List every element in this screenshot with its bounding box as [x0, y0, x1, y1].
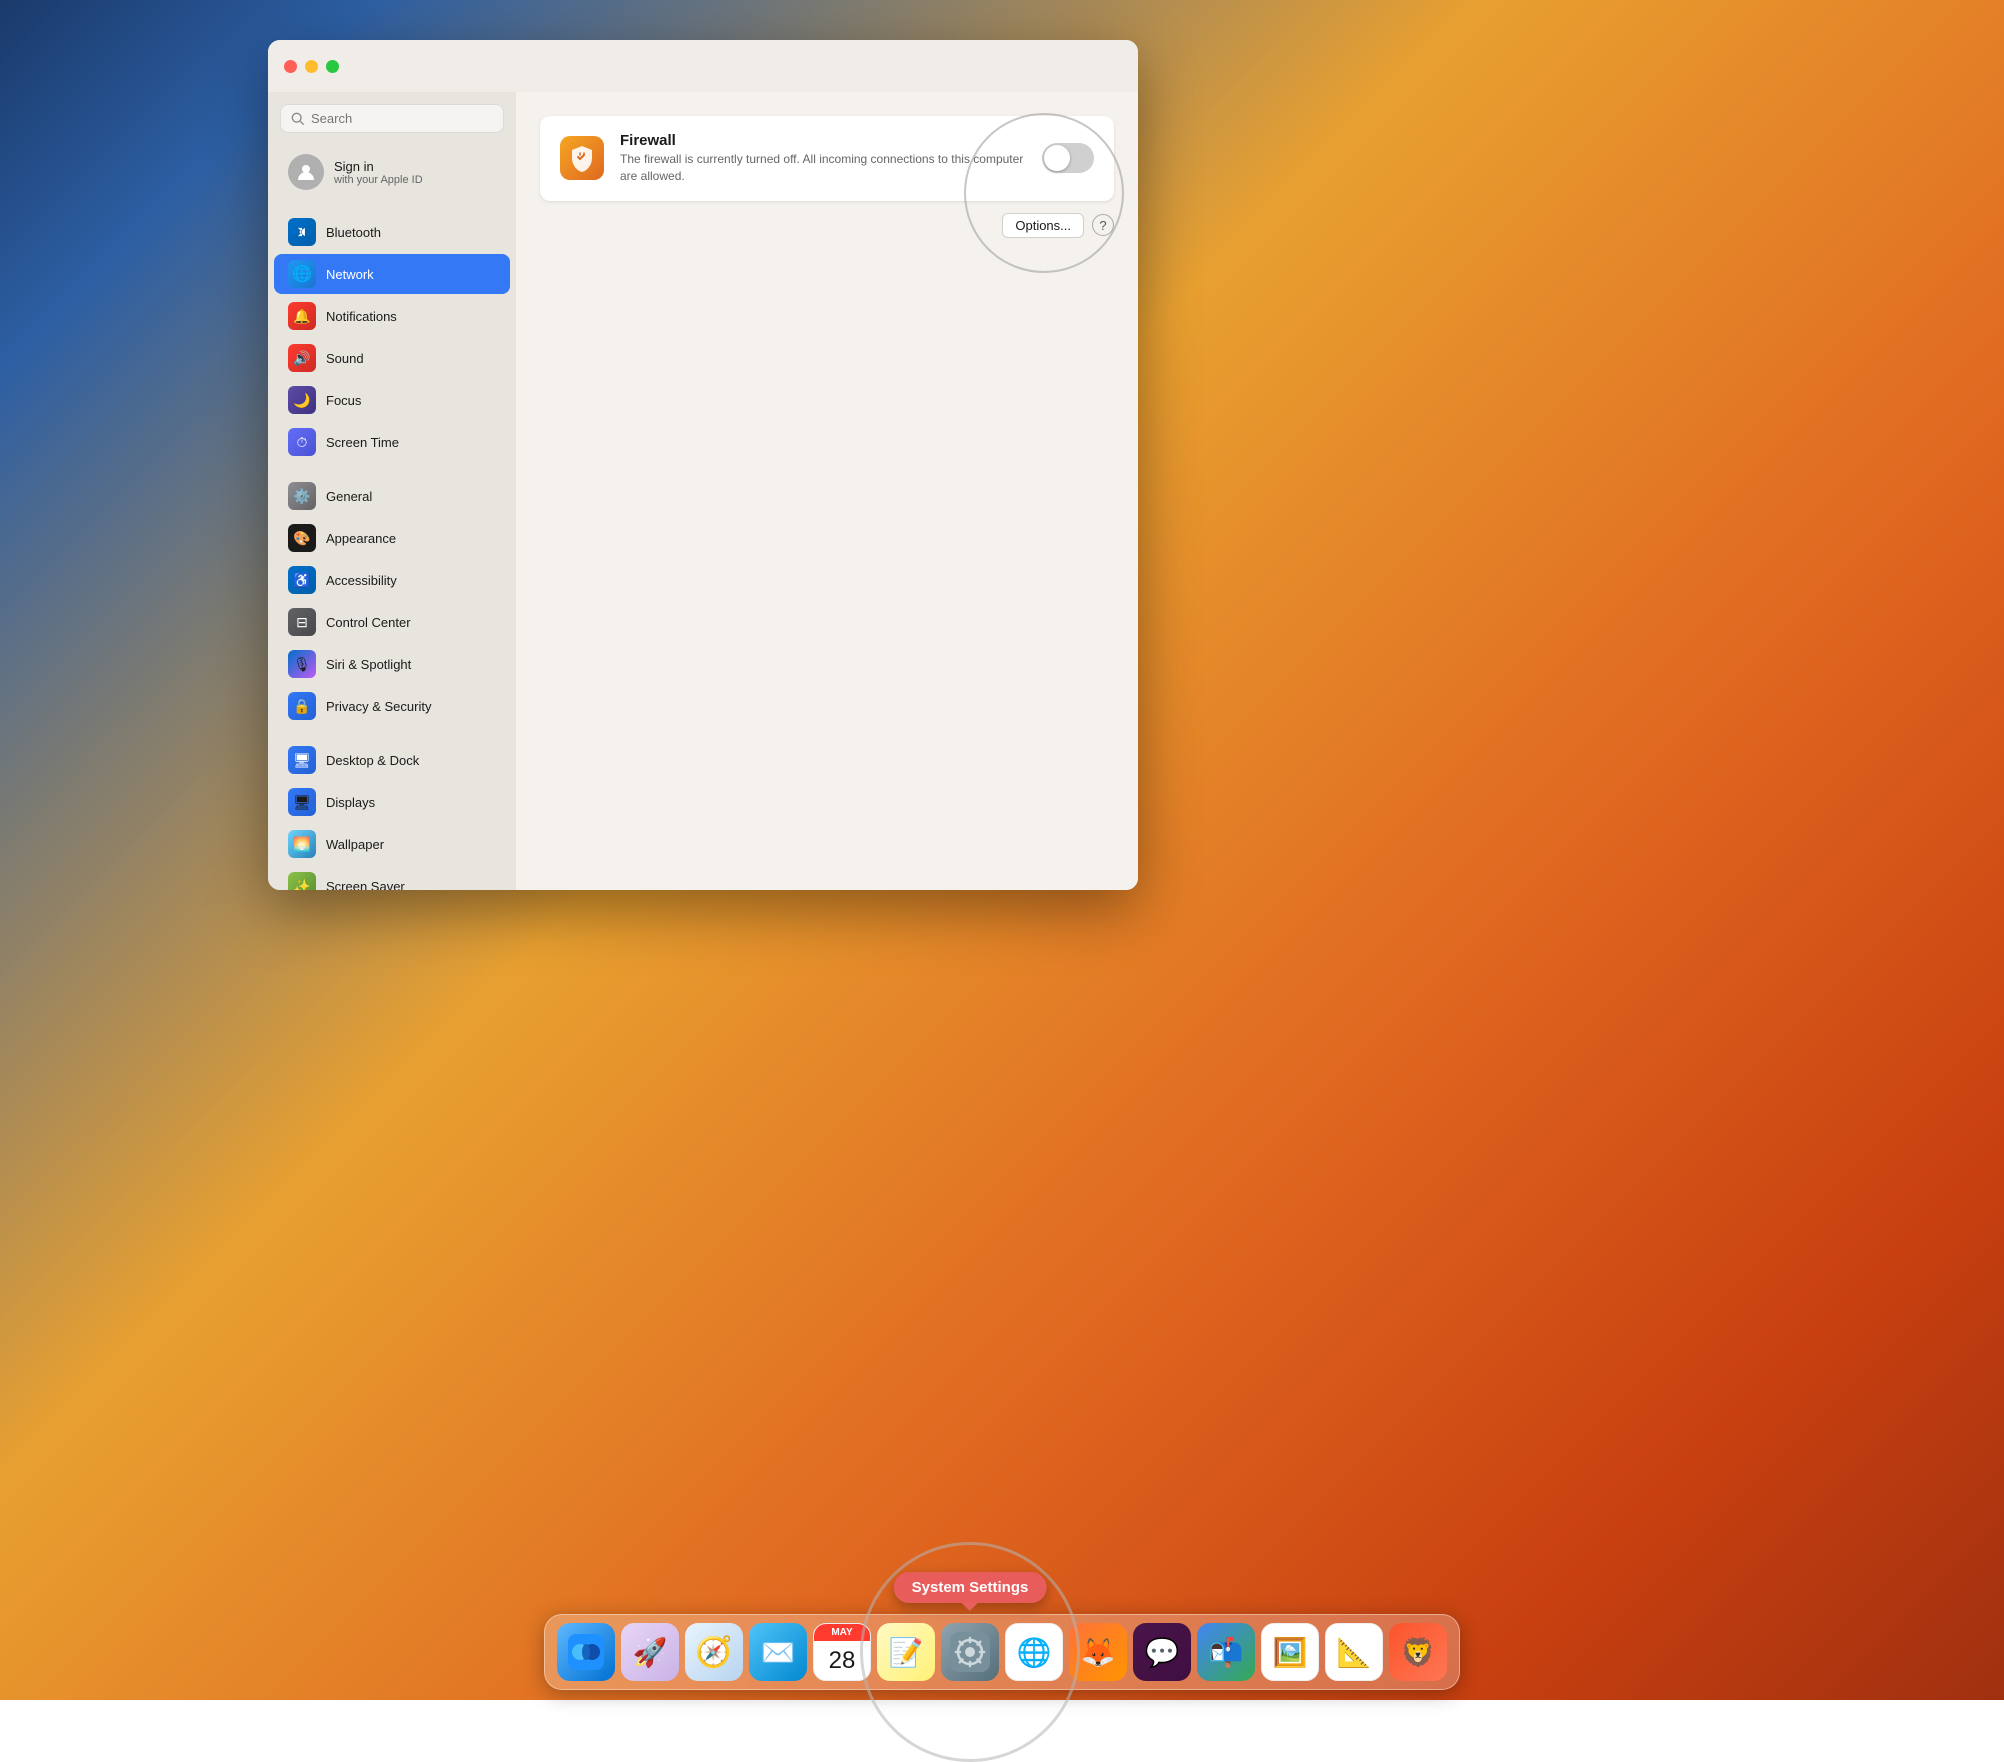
dock: 🚀 🧭 ✉️ MAY 28 📝 System Settings 🌐 — [544, 1614, 1460, 1690]
sidebar-label-appearance: Appearance — [326, 531, 396, 546]
options-row: Options... ? — [540, 213, 1114, 238]
account-item[interactable]: Sign in with your Apple ID — [274, 146, 510, 198]
sidebar-item-screen-time[interactable]: ⏱ Screen Time — [274, 422, 510, 462]
system-settings-window: Sign in with your Apple ID Bluetooth 🌐 N… — [268, 40, 1138, 890]
desktop-dock-icon: 🖥 — [288, 746, 316, 774]
dock-item-mimestream[interactable]: 📬 — [1197, 1623, 1255, 1681]
sidebar-label-accessibility: Accessibility — [326, 573, 397, 588]
firewall-toggle[interactable] — [1042, 143, 1094, 173]
dock-item-finder[interactable] — [557, 1623, 615, 1681]
firewall-info: Firewall The firewall is currently turne… — [620, 132, 1026, 185]
toggle-knob — [1044, 145, 1070, 171]
bluetooth-icon — [288, 218, 316, 246]
sidebar-item-network[interactable]: 🌐 Network — [274, 254, 510, 294]
sidebar-label-privacy-security: Privacy & Security — [326, 699, 431, 714]
notifications-icon: 🔔 — [288, 302, 316, 330]
control-center-icon: ⊟ — [288, 608, 316, 636]
sidebar-label-bluetooth: Bluetooth — [326, 225, 381, 240]
sidebar-item-focus[interactable]: 🌙 Focus — [274, 380, 510, 420]
window-titlebar — [268, 40, 1138, 92]
sidebar-item-appearance[interactable]: 🎨 Appearance — [274, 518, 510, 558]
firewall-icon — [560, 136, 604, 180]
search-bar[interactable] — [280, 104, 504, 133]
avatar — [288, 154, 324, 190]
sidebar-label-wallpaper: Wallpaper — [326, 837, 384, 852]
main-content: Firewall The firewall is currently turne… — [516, 92, 1138, 890]
network-icon: 🌐 — [288, 260, 316, 288]
search-input[interactable] — [311, 111, 493, 126]
sidebar-item-siri-spotlight[interactable]: 🎙 Siri & Spotlight — [274, 644, 510, 684]
dock-item-slack[interactable]: 💬 — [1133, 1623, 1191, 1681]
window-body: Sign in with your Apple ID Bluetooth 🌐 N… — [268, 92, 1138, 890]
dock-item-safari[interactable]: 🧭 — [685, 1623, 743, 1681]
dock-item-chrome[interactable]: 🌐 — [1005, 1623, 1063, 1681]
accessibility-icon: ♿ — [288, 566, 316, 594]
dock-item-brave[interactable]: 🦁 — [1389, 1623, 1447, 1681]
help-button[interactable]: ? — [1092, 214, 1114, 236]
traffic-lights — [284, 60, 339, 73]
dock-item-calendar[interactable]: MAY 28 — [813, 1623, 871, 1681]
options-button[interactable]: Options... — [1002, 213, 1084, 238]
sidebar-item-screen-saver[interactable]: ✨ Screen Saver — [274, 866, 510, 890]
sidebar-label-focus: Focus — [326, 393, 361, 408]
sidebar-label-sound: Sound — [326, 351, 364, 366]
dock-item-firefox[interactable]: 🦊 — [1069, 1623, 1127, 1681]
account-name: Sign in — [334, 159, 423, 174]
wallpaper-icon: 🌅 — [288, 830, 316, 858]
dock-item-notes[interactable]: 📝 — [877, 1623, 935, 1681]
screen-time-icon: ⏱ — [288, 428, 316, 456]
privacy-icon: 🔒 — [288, 692, 316, 720]
sidebar-item-control-center[interactable]: ⊟ Control Center — [274, 602, 510, 642]
sidebar-label-screen-saver: Screen Saver — [326, 879, 405, 891]
close-button[interactable] — [284, 60, 297, 73]
sidebar-item-wallpaper[interactable]: 🌅 Wallpaper — [274, 824, 510, 864]
dock-item-system-settings[interactable] — [941, 1623, 999, 1681]
sidebar-item-privacy-security[interactable]: 🔒 Privacy & Security — [274, 686, 510, 726]
minimize-button[interactable] — [305, 60, 318, 73]
sidebar: Sign in with your Apple ID Bluetooth 🌐 N… — [268, 92, 516, 890]
calendar-month: MAY — [814, 1624, 870, 1641]
firewall-description: The firewall is currently turned off. Al… — [620, 151, 1026, 185]
sound-icon: 🔊 — [288, 344, 316, 372]
sidebar-label-screen-time: Screen Time — [326, 435, 399, 450]
system-settings-tooltip: System Settings — [894, 1572, 1047, 1603]
sidebar-item-general[interactable]: ⚙️ General — [274, 476, 510, 516]
sidebar-label-siri-spotlight: Siri & Spotlight — [326, 657, 411, 672]
sidebar-label-notifications: Notifications — [326, 309, 397, 324]
sidebar-item-sound[interactable]: 🔊 Sound — [274, 338, 510, 378]
appearance-icon: 🎨 — [288, 524, 316, 552]
sidebar-label-network: Network — [326, 267, 374, 282]
search-icon — [291, 112, 305, 126]
sidebar-label-desktop-dock: Desktop & Dock — [326, 753, 419, 768]
screen-saver-icon: ✨ — [288, 872, 316, 890]
siri-icon: 🎙 — [288, 650, 316, 678]
firewall-title: Firewall — [620, 132, 1026, 149]
sidebar-label-displays: Displays — [326, 795, 375, 810]
sidebar-item-bluetooth[interactable]: Bluetooth — [274, 212, 510, 252]
account-text: Sign in with your Apple ID — [334, 159, 423, 186]
dock-item-mail[interactable]: ✉️ — [749, 1623, 807, 1681]
calendar-date: 28 — [829, 1641, 856, 1680]
maximize-button[interactable] — [326, 60, 339, 73]
sidebar-label-general: General — [326, 489, 372, 504]
displays-icon: 🖥 — [288, 788, 316, 816]
focus-icon: 🌙 — [288, 386, 316, 414]
dock-item-grapher[interactable]: 📐 — [1325, 1623, 1383, 1681]
sidebar-label-control-center: Control Center — [326, 615, 411, 630]
sidebar-item-desktop-dock[interactable]: 🖥 Desktop & Dock — [274, 740, 510, 780]
general-icon: ⚙️ — [288, 482, 316, 510]
dock-item-preview[interactable]: 🖼️ — [1261, 1623, 1319, 1681]
dock-item-system-settings-container: System Settings — [941, 1623, 999, 1681]
sidebar-item-displays[interactable]: 🖥 Displays — [274, 782, 510, 822]
account-subtitle: with your Apple ID — [334, 174, 423, 186]
firewall-card: Firewall The firewall is currently turne… — [540, 116, 1114, 201]
dock-item-launchpad[interactable]: 🚀 — [621, 1623, 679, 1681]
sidebar-item-notifications[interactable]: 🔔 Notifications — [274, 296, 510, 336]
sidebar-item-accessibility[interactable]: ♿ Accessibility — [274, 560, 510, 600]
